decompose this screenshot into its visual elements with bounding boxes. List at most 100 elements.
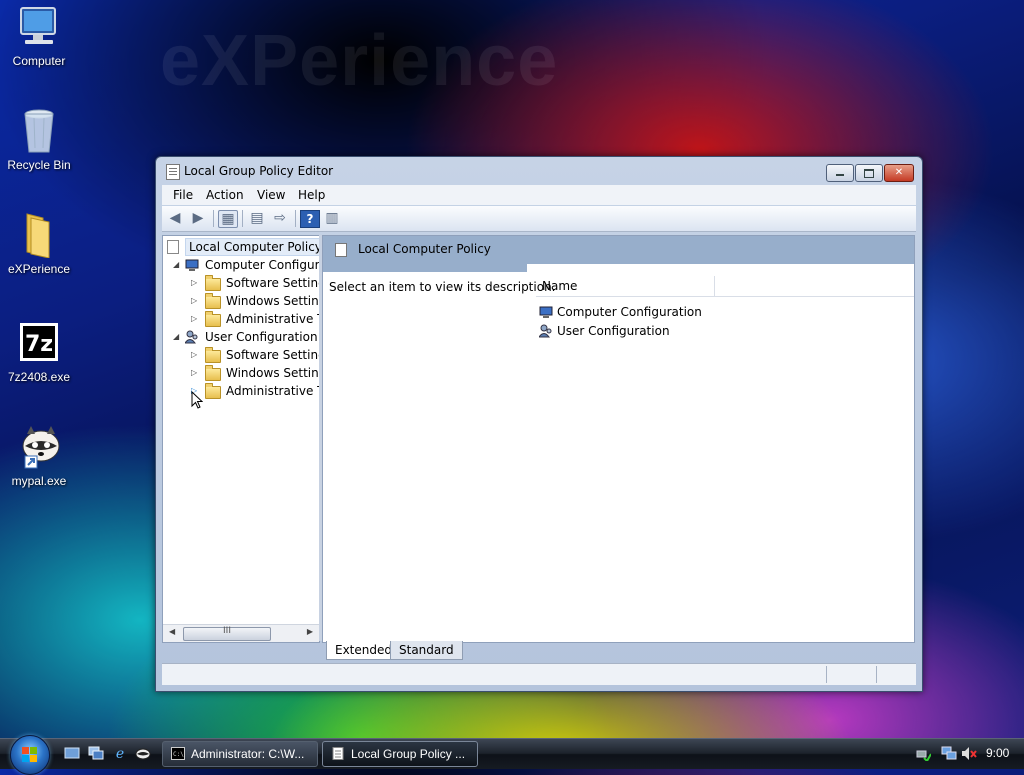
status-bar <box>162 663 916 685</box>
close-icon: ✕ <box>894 167 904 178</box>
desktop-icon-mypal[interactable]: mypal.exe <box>4 424 74 488</box>
tree-item-label: Administrative Te <box>226 312 320 326</box>
desktop-icon-label: eXPerience <box>7 262 71 276</box>
details-header: Local Computer Policy <box>323 236 914 264</box>
toolbar-separator <box>213 210 214 227</box>
tab-standard[interactable]: Standard <box>390 641 463 660</box>
taskbar-button-group-policy[interactable]: Local Group Policy ... <box>322 741 478 767</box>
desktop-icon-label: Computer <box>12 54 66 68</box>
expand-arrow-icon[interactable]: ▷ <box>191 292 199 310</box>
svg-text:e: e <box>116 746 124 760</box>
status-divider <box>826 666 827 683</box>
computer-config-icon <box>185 258 199 272</box>
switch-windows-icon[interactable] <box>88 746 104 760</box>
collapse-arrow-icon[interactable]: ◢ <box>173 328 181 346</box>
desktop-watermark: eXPerience <box>160 21 559 101</box>
volume-muted-icon[interactable] <box>961 746 977 761</box>
policy-icon <box>335 243 347 257</box>
scroll-thumb[interactable]: III <box>183 626 271 641</box>
title-bar[interactable]: Local Group Policy Editor ✕ <box>156 157 922 185</box>
computer-config-icon <box>539 305 553 319</box>
header-extension <box>323 264 527 272</box>
details-pane: Local Computer Policy Select an item to … <box>322 235 915 643</box>
policy-icon <box>166 164 180 180</box>
back-arrow-icon[interactable]: ◀ <box>166 210 184 226</box>
raccoon-icon[interactable] <box>135 746 151 760</box>
svg-text:C:\: C:\ <box>173 751 184 758</box>
group-policy-editor-window[interactable]: Local Group Policy Editor ✕ File Action … <box>155 156 923 692</box>
column-header-name[interactable]: Name <box>536 276 715 297</box>
computer-icon <box>15 4 63 50</box>
tree-item-label: Windows Setting <box>226 294 320 308</box>
help-icon[interactable]: ? <box>300 210 320 228</box>
user-config-icon <box>184 330 199 344</box>
taskbar-button-label: Administrator: C:\W... <box>191 747 305 761</box>
desktop-icon-recycle-bin[interactable]: Recycle Bin <box>4 108 74 172</box>
tree-item-label: Windows Setting <box>226 366 320 380</box>
expand-arrow-icon[interactable]: ▷ <box>191 310 199 328</box>
expand-arrow-icon[interactable]: ▷ <box>191 274 199 292</box>
scroll-thumb-grip: III <box>223 626 231 636</box>
column-header-empty[interactable] <box>714 276 914 297</box>
policy-icon <box>331 747 345 760</box>
folder-icon <box>205 383 221 399</box>
maximize-button[interactable] <box>855 164 883 182</box>
list-item-label: Computer Configuration <box>557 305 702 319</box>
menu-bar: File Action View Help <box>162 185 916 205</box>
tree-root-label: Local Computer Policy <box>185 238 319 256</box>
tree-item-label: Software Settings <box>226 276 319 290</box>
policy-icon <box>167 240 179 254</box>
show-desktop-icon[interactable] <box>64 746 80 760</box>
scroll-right-arrow-icon[interactable]: ▶ <box>307 627 313 636</box>
start-button[interactable] <box>10 735 50 775</box>
taskbar-button-label: Local Group Policy ... <box>351 747 466 761</box>
show-hide-console-tree-icon[interactable]: ▦ <box>218 210 238 228</box>
toolbar: ◀ ▶ ▦ ▤ ⇨ ? ▥ <box>162 206 916 232</box>
show-action-pane-icon[interactable]: ▥ <box>323 210 341 226</box>
taskbar-clock[interactable]: 9:00 <box>986 746 1009 760</box>
export-list-icon[interactable]: ⇨ <box>271 210 289 226</box>
collapse-arrow-icon[interactable]: ◢ <box>173 256 181 274</box>
7zip-icon: 7z <box>15 320 63 366</box>
menu-view[interactable]: View <box>257 188 285 202</box>
minimize-button[interactable] <box>826 164 854 182</box>
recycle-bin-icon <box>15 108 63 154</box>
list-item-label: User Configuration <box>557 324 670 338</box>
properties-icon[interactable]: ▤ <box>248 210 266 226</box>
toolbar-separator <box>242 210 243 227</box>
column-header-label: Name <box>542 279 578 293</box>
taskbar: e C:\ Administrator: C:\W... Local Group… <box>0 735 1024 775</box>
toolbar-separator <box>295 210 296 227</box>
desktop-icon-computer[interactable]: Computer <box>4 4 74 68</box>
menu-help[interactable]: Help <box>298 188 325 202</box>
expand-arrow-icon[interactable]: ▷ <box>191 364 199 382</box>
taskbar-button-command-prompt[interactable]: C:\ Administrator: C:\W... <box>162 741 318 767</box>
expand-arrow-icon[interactable]: ▷ <box>191 346 199 364</box>
desktop-icon-experience-folder[interactable]: eXPerience <box>4 212 74 276</box>
desktop-icon-label: mypal.exe <box>11 474 67 488</box>
cmd-icon: C:\ <box>171 747 185 760</box>
menu-action[interactable]: Action <box>206 188 244 202</box>
console-tree[interactable]: Local Computer Policy ◢ Computer Configu… <box>162 235 320 643</box>
folder-icon <box>205 311 221 327</box>
tree-item-label: User Configuration <box>205 330 318 344</box>
menu-file[interactable]: File <box>173 188 193 202</box>
svg-text:7z: 7z <box>25 332 53 357</box>
windows-logo-icon <box>22 747 38 763</box>
internet-explorer-icon[interactable]: e <box>112 746 128 762</box>
forward-arrow-icon[interactable]: ▶ <box>189 210 207 226</box>
folder-icon <box>205 347 221 363</box>
description-text: Select an item to view its description. <box>329 280 556 294</box>
tree-item-label: Software Settings <box>226 348 319 362</box>
tree-horizontal-scrollbar[interactable]: ◀ III ▶ <box>163 624 319 642</box>
folder-icon <box>205 365 221 381</box>
scroll-left-arrow-icon[interactable]: ◀ <box>169 627 175 636</box>
network-icon[interactable] <box>941 746 957 761</box>
close-button[interactable]: ✕ <box>884 164 914 182</box>
details-header-title: Local Computer Policy <box>358 242 491 256</box>
user-config-icon <box>538 324 553 338</box>
safely-remove-hardware-icon[interactable] <box>915 746 932 763</box>
mouse-cursor-icon <box>191 391 203 409</box>
view-tabs: Extended Standard <box>322 641 913 661</box>
desktop-icon-7zip[interactable]: 7z 7z2408.exe <box>4 320 74 384</box>
